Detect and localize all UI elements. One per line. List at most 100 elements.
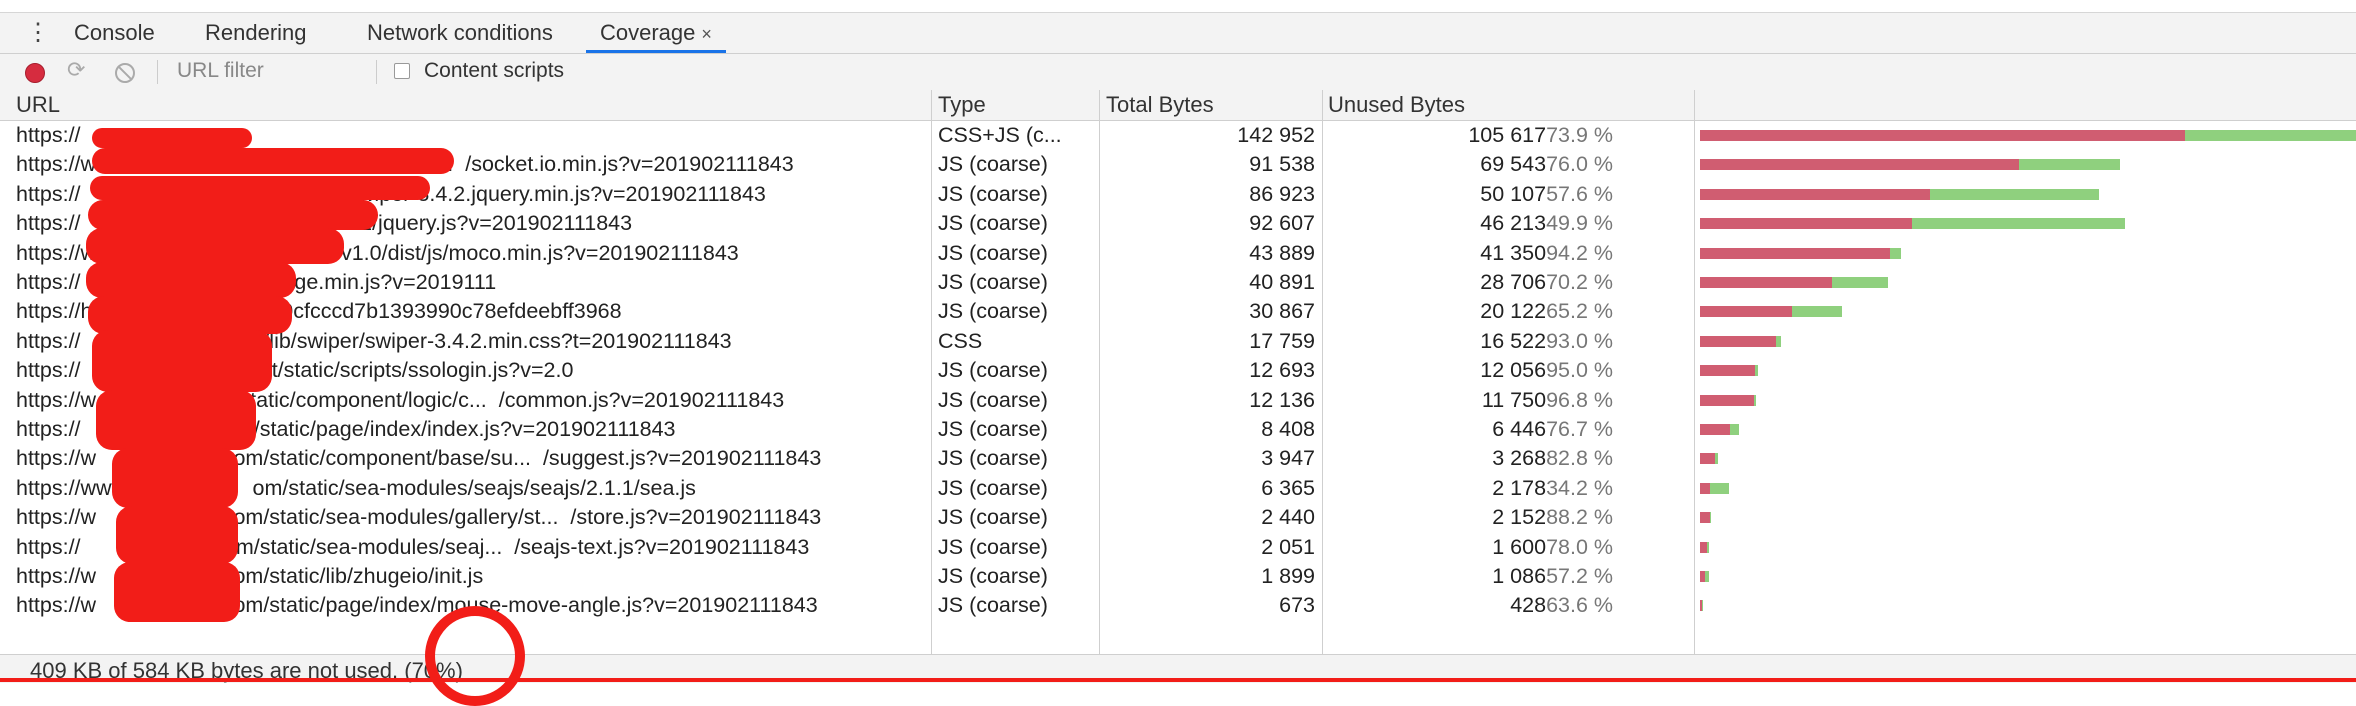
type-cell: JS (coarse) — [938, 358, 1048, 383]
table-row[interactable]: https://w om/static/sea-modules/gallery/… — [0, 503, 2356, 532]
reload-icon[interactable]: ⟳ — [67, 57, 85, 83]
unused-percent: 95.0 % — [1546, 358, 1613, 383]
used-bytes-bar — [1729, 424, 1739, 435]
close-icon[interactable]: × — [701, 24, 712, 44]
unused-percent: 76.0 % — [1546, 152, 1613, 177]
table-row[interactable]: https://CSS+JS (c... 142 952 105 61773.9 % — [0, 121, 2356, 150]
unused-bytes-value: 11 750 — [1481, 387, 1547, 412]
unused-percent: 65.2 % — [1546, 299, 1613, 324]
unused-bytes-cell: 69 54376.0 % — [1330, 150, 1613, 179]
used-bytes-bar — [1775, 335, 1782, 347]
used-bytes-bar — [1701, 600, 1704, 612]
table-row[interactable]: https://w om/static/component/base/su...… — [0, 444, 2356, 473]
total-bytes-cell: 3 947 — [1261, 446, 1315, 471]
coverage-table: URL Type Total Bytes Unused Bytes https:… — [0, 90, 2356, 654]
unused-bytes-bar — [1700, 188, 1930, 200]
table-row[interactable]: https:// om/static/sea-modules/seaj... /… — [0, 533, 2356, 562]
annotation-underline — [0, 678, 2356, 682]
table-row[interactable]: https:// om/static/page/index/index.js?v… — [0, 415, 2356, 444]
unused-bytes-value: 12 056 — [1480, 358, 1547, 383]
unused-bytes-value: 1 600 — [1492, 534, 1547, 559]
unused-bytes-cell: 11 75096.8 % — [1330, 386, 1613, 415]
redaction-mark — [114, 562, 240, 622]
unused-bytes-cell: 16 52293.0 % — [1330, 327, 1613, 356]
window-top-edge — [0, 0, 2356, 13]
total-bytes-cell: 6 365 — [1261, 475, 1315, 500]
column-type[interactable]: Type — [938, 90, 986, 120]
redaction-mark — [96, 390, 256, 450]
toolbar-divider — [376, 60, 377, 84]
type-cell: JS (coarse) — [938, 446, 1048, 471]
total-bytes-cell: 2 051 — [1261, 534, 1315, 559]
unused-bytes-cell: 1 08657.2 % — [1330, 562, 1613, 591]
used-bytes-bar — [1831, 277, 1888, 288]
unused-bytes-bar — [1700, 130, 2185, 141]
unused-bytes-value: 28 706 — [1480, 270, 1547, 294]
url-filter-input[interactable] — [175, 56, 374, 86]
table-row[interactable]: https://w om/static/lib/zhugeio/init.js J… — [0, 562, 2356, 591]
unused-bytes-cell: 50 10757.6 % — [1330, 180, 1613, 209]
table-row[interactable]: https://www moco/v1.0/dist/js/moco.min.j… — [0, 239, 2356, 268]
total-bytes-cell: 92 607 — [1249, 211, 1315, 236]
unused-bytes-cell: 105 61773.9 % — [1330, 121, 1613, 150]
unused-bytes-bar — [1700, 277, 1832, 288]
unused-bytes-bar — [1700, 218, 1913, 230]
redaction-mark — [116, 506, 238, 564]
table-row[interactable]: https:// tatic/lib/swiper/swiper-3.4.2.m… — [0, 327, 2356, 356]
type-cell: JS (coarse) — [938, 152, 1048, 177]
unused-bytes-bar — [1700, 306, 1793, 318]
redaction-mark — [86, 262, 296, 298]
column-unused-bytes[interactable]: Unused Bytes — [1328, 90, 1465, 120]
redaction-mark — [88, 296, 292, 334]
total-bytes-cell: 142 952 — [1237, 123, 1315, 147]
clear-icon[interactable] — [115, 63, 135, 83]
unused-bytes-value: 428 — [1510, 593, 1547, 618]
tab-rendering[interactable]: Rendering — [205, 13, 307, 53]
type-cell: JS (coarse) — [938, 270, 1048, 294]
tab-console[interactable]: Console — [74, 13, 155, 53]
table-row[interactable]: https://www om/static/sea-modules/seajs/… — [0, 474, 2356, 503]
used-bytes-bar — [1704, 571, 1709, 582]
redaction-mark — [92, 330, 272, 392]
redaction-mark — [90, 176, 430, 200]
unused-bytes-cell: 6 44676.7 % — [1330, 415, 1613, 444]
unused-bytes-cell: 2 17834.2 % — [1330, 474, 1613, 503]
unused-percent: 63.6 % — [1546, 593, 1613, 618]
unused-percent: 88.2 % — [1546, 505, 1613, 530]
more-tabs-icon[interactable]: ⋮ — [26, 19, 50, 47]
used-bytes-bar — [1707, 541, 1710, 553]
redaction-mark — [92, 128, 252, 148]
unused-bytes-bar — [1700, 335, 1776, 347]
type-cell: JS (coarse) — [938, 211, 1048, 236]
drawer-tab-bar: ⋮ Console Rendering Network conditions C… — [0, 13, 2356, 54]
column-total-bytes[interactable]: Total Bytes — [1106, 90, 1214, 120]
table-row[interactable]: https://w om/static/page/index/mouse-mov… — [0, 591, 2356, 620]
content-scripts-checkbox[interactable] — [394, 63, 410, 79]
type-cell: JS (coarse) — [938, 564, 1048, 588]
content-scripts-label: Content scripts — [424, 59, 565, 82]
tab-coverage[interactable]: Coverage × — [586, 13, 726, 53]
unused-bytes-value: 69 543 — [1480, 152, 1547, 177]
used-bytes-bar — [1912, 218, 2125, 230]
total-bytes-cell: 12 693 — [1249, 358, 1315, 383]
unused-percent: 73.9 % — [1546, 123, 1613, 147]
table-row[interactable]: https://h n.js?f0cfcccd7b1393990c78efdee… — [0, 297, 2356, 326]
table-row[interactable]: https:// sport/static/scripts/ssologin.j… — [0, 356, 2356, 385]
tab-network-conditions[interactable]: Network conditions — [367, 13, 553, 53]
unused-bytes-bar — [1700, 482, 1710, 494]
unused-bytes-cell: 46 21349.9 % — [1330, 209, 1613, 238]
total-bytes-cell: 8 408 — [1261, 417, 1315, 441]
used-bytes-bar — [1714, 453, 1719, 465]
unused-bytes-value: 105 617 — [1468, 123, 1547, 147]
annotation-circle — [425, 606, 525, 706]
column-url[interactable]: URL — [16, 90, 60, 120]
unused-percent: 76.7 % — [1546, 417, 1613, 441]
unused-bytes-value: 20 122 — [1480, 299, 1547, 324]
used-bytes-bar — [1709, 482, 1730, 494]
record-button[interactable] — [25, 63, 45, 83]
total-bytes-cell: 673 — [1279, 593, 1315, 618]
type-cell: CSS — [938, 328, 983, 353]
table-row[interactable]: https:// om/zhuge.min.js?v=2019111 JS (co… — [0, 268, 2356, 297]
unused-percent: 82.8 % — [1546, 446, 1613, 471]
table-row[interactable]: https://w static/component/logic/c... /c… — [0, 386, 2356, 415]
